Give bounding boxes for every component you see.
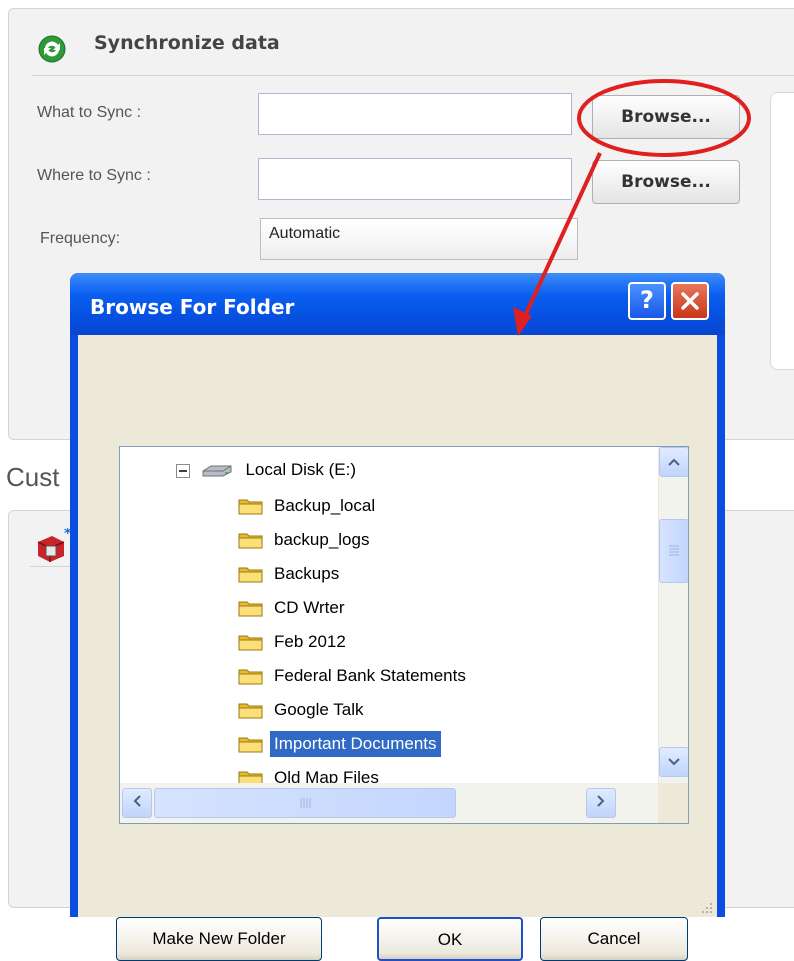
what-to-sync-input[interactable] (258, 93, 572, 135)
help-button[interactable]: ? (628, 282, 666, 320)
tree-item-folder[interactable]: Backup_local (238, 491, 379, 521)
disk-drive-icon (202, 465, 232, 477)
tree-item-folder[interactable]: CD Wrter (238, 593, 349, 623)
section-title-partial: Cust (6, 462, 60, 492)
vertical-scrollbar[interactable] (658, 447, 688, 783)
tree-item-folder[interactable]: Google Talk (238, 695, 367, 725)
folder-icon (238, 703, 263, 719)
tree-item-folder[interactable]: Feb 2012 (238, 627, 350, 657)
tree-item-folder[interactable]: Backups (238, 559, 343, 589)
scroll-down-button[interactable] (659, 747, 688, 777)
tree-item-folder[interactable]: Important Documents (238, 729, 441, 759)
folder-label: Important Documents (270, 731, 441, 757)
folder-label: backup_logs (274, 530, 370, 549)
help-icon: ? (640, 286, 654, 314)
panel-title: Synchronize data (94, 32, 280, 54)
horizontal-scroll-thumb[interactable] (154, 788, 456, 818)
folder-tree[interactable]: Local Disk (E:) Backup_local backup_logs B… (119, 446, 689, 824)
tree-item-folder[interactable]: Federal Bank Statements (238, 661, 470, 691)
folder-label: Backups (274, 564, 340, 583)
scroll-right-button[interactable] (586, 788, 616, 818)
browse-where-button[interactable]: Browse... (592, 160, 740, 204)
cancel-button[interactable]: Cancel (540, 917, 688, 961)
folder-icon (238, 601, 263, 617)
custom-tool-icon: * (37, 528, 72, 562)
side-card (770, 92, 794, 370)
folder-label: Google Talk (274, 700, 364, 719)
what-to-sync-label: What to Sync : (37, 104, 142, 121)
divider (32, 75, 794, 76)
where-to-sync-label: Where to Sync : (37, 167, 151, 184)
folder-label: Federal Bank Statements (274, 666, 466, 685)
dialog-body: Local Disk (E:) Backup_local backup_logs B… (78, 335, 717, 961)
scroll-left-button[interactable] (122, 788, 152, 818)
drive-label: Local Disk (E:) (245, 460, 356, 479)
chevron-up-icon (668, 458, 680, 466)
folder-icon (238, 635, 263, 651)
where-to-sync-input[interactable] (258, 158, 572, 200)
scrollbar-corner (658, 783, 688, 823)
folder-icon (238, 669, 263, 685)
folder-icon (238, 533, 263, 549)
tree-item-drive[interactable]: Local Disk (E:) (176, 455, 360, 485)
folder-label: CD Wrter (274, 598, 345, 617)
tree-item-folder[interactable]: backup_logs (238, 525, 373, 555)
chevron-right-icon (597, 795, 605, 807)
collapse-icon[interactable] (176, 463, 190, 478)
dialog-title: Browse For Folder (90, 295, 295, 319)
chevron-left-icon (133, 795, 141, 807)
resize-grip-icon[interactable] (700, 901, 714, 915)
folder-icon (238, 567, 263, 583)
horizontal-scrollbar[interactable] (120, 783, 658, 823)
frequency-label: Frequency: (40, 230, 121, 247)
close-button[interactable] (671, 282, 709, 320)
folder-label: Feb 2012 (274, 632, 346, 651)
chevron-down-icon (668, 758, 680, 766)
frequency-select[interactable]: Automatic (260, 218, 578, 260)
folder-icon (238, 737, 263, 753)
folder-label: Backup_local (274, 496, 376, 515)
folder-icon (238, 499, 263, 515)
scroll-up-button[interactable] (659, 447, 688, 477)
close-icon (681, 292, 699, 310)
browse-what-button[interactable]: Browse... (592, 95, 740, 139)
make-new-folder-button[interactable]: Make New Folder (116, 917, 322, 961)
vertical-scroll-thumb[interactable] (659, 519, 688, 583)
browse-for-folder-dialog: Browse For Folder ? Local Disk (E:) Back… (70, 273, 725, 961)
ok-button[interactable]: OK (377, 917, 523, 961)
sync-icon (38, 35, 66, 63)
grip-icon (300, 798, 311, 808)
grip-icon (669, 545, 679, 556)
dialog-titlebar[interactable]: Browse For Folder ? (70, 273, 725, 335)
